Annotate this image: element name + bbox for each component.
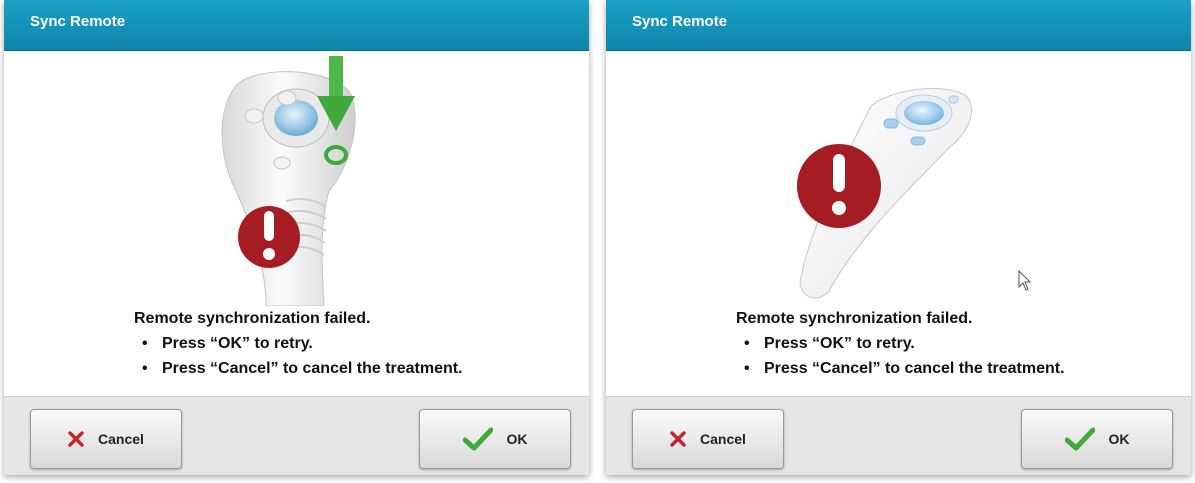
exclamation-circle-icon <box>238 206 300 268</box>
instruction-retry: • Press “OK” to retry. <box>142 335 313 352</box>
x-icon <box>68 431 84 447</box>
ok-button[interactable]: OK <box>1021 409 1173 469</box>
instruction-cancel-text: Press “Cancel” to cancel the treatment. <box>162 360 463 377</box>
instruction-retry: • Press “OK” to retry. <box>744 335 915 352</box>
remote-full-illustration <box>797 88 972 299</box>
sync-remote-dialog-right: Sync Remote Remote synchronization faile… <box>606 0 1191 475</box>
dialog-titlebar: Sync Remote <box>4 0 589 51</box>
cancel-button[interactable]: Cancel <box>632 409 784 469</box>
dialog-titlebar: Sync Remote <box>606 0 1191 51</box>
checkmark-icon <box>462 427 493 451</box>
x-icon <box>670 431 686 447</box>
exclamation-circle-icon <box>797 144 881 228</box>
error-message: Remote synchronization failed. <box>134 310 371 327</box>
instruction-cancel: • Press “Cancel” to cancel the treatment. <box>744 360 1065 377</box>
sync-remote-dialog-left: Sync Remote Remote synchronization faile… <box>4 0 589 475</box>
instruction-cancel: • Press “Cancel” to cancel the treatment. <box>142 360 463 377</box>
cancel-button[interactable]: Cancel <box>30 409 182 469</box>
remote-closeup-illustration <box>221 56 356 306</box>
ok-button[interactable]: OK <box>419 409 571 469</box>
instruction-retry-text: Press “OK” to retry. <box>764 335 915 352</box>
dialog-title: Sync Remote <box>30 13 126 30</box>
instruction-retry-text: Press “OK” to retry. <box>162 335 313 352</box>
cancel-button-label: Cancel <box>700 431 746 447</box>
error-message: Remote synchronization failed. <box>736 310 973 327</box>
dialog-footer: Cancel OK <box>4 396 589 475</box>
instruction-cancel-text: Press “Cancel” to cancel the treatment. <box>764 360 1065 377</box>
cancel-button-label: Cancel <box>98 431 144 447</box>
ok-button-label: OK <box>506 431 528 447</box>
mouse-pointer-icon <box>1018 270 1032 291</box>
dialog-footer: Cancel OK <box>606 396 1191 475</box>
dialog-title: Sync Remote <box>632 13 728 30</box>
ok-button-label: OK <box>1108 431 1130 447</box>
checkmark-icon <box>1064 427 1095 451</box>
